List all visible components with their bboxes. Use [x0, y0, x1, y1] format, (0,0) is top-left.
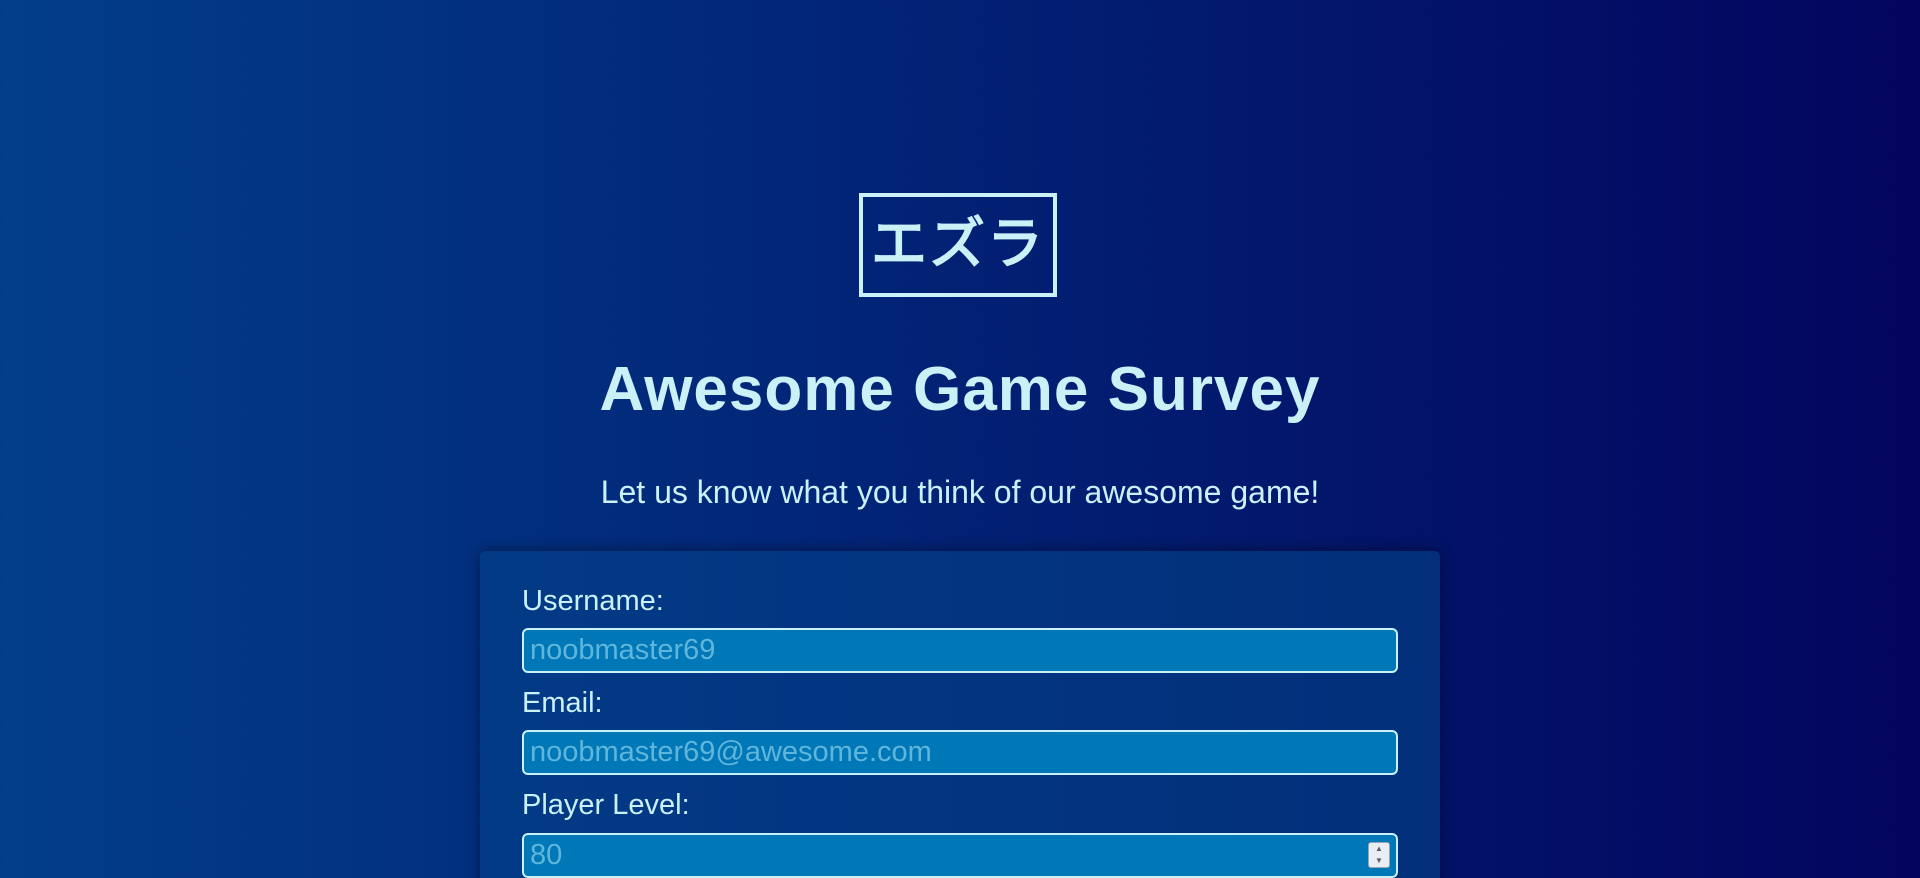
- username-label: Username:: [522, 585, 664, 617]
- username-input[interactable]: [522, 628, 1398, 673]
- survey-form: Username: Email: Player Level: ▲ ▼: [480, 551, 1440, 878]
- stepper-down-icon[interactable]: ▼: [1369, 855, 1389, 867]
- page-title: Awesome Game Survey: [599, 355, 1321, 424]
- stepper-up-icon[interactable]: ▲: [1369, 843, 1389, 855]
- logo: エズラ: [859, 193, 1057, 297]
- page-description: Let us know what you think of our awesom…: [600, 474, 1320, 510]
- player-level-stepper[interactable]: ▲ ▼: [1368, 842, 1390, 868]
- email-label: Email:: [522, 687, 603, 719]
- email-input[interactable]: [522, 730, 1398, 775]
- player-level-input[interactable]: [522, 833, 1398, 878]
- logo-text: エズラ: [871, 212, 1045, 277]
- player-level-label: Player Level:: [522, 789, 690, 821]
